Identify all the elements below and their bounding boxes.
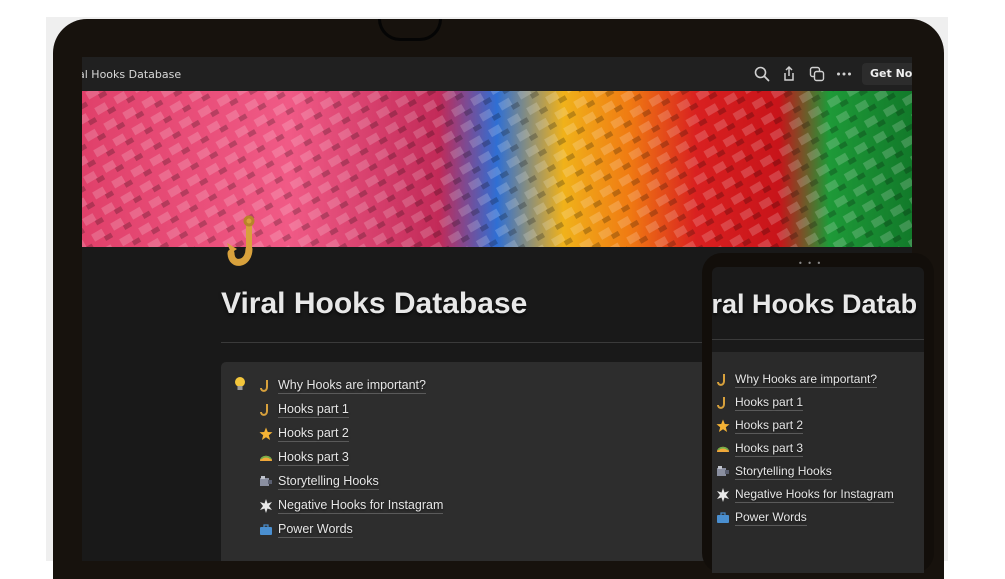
star-icon — [259, 427, 273, 441]
hook-icon — [259, 403, 273, 417]
top-bar: al Hooks Database Get Notio — [82, 57, 912, 91]
hook-icon — [716, 373, 730, 387]
briefcase-icon — [716, 511, 730, 525]
taco-icon — [716, 442, 730, 456]
phone-screen: iral Hooks Datab Why Hooks are important… — [712, 267, 924, 573]
hook-icon — [716, 396, 730, 410]
cover-image — [82, 91, 912, 247]
lightbulb-icon — [233, 376, 247, 392]
search-icon[interactable] — [752, 64, 772, 84]
breadcrumb[interactable]: al Hooks Database — [82, 68, 181, 81]
page-title: Viral Hooks Database — [221, 287, 528, 320]
taco-icon — [259, 451, 273, 465]
film-icon — [259, 475, 273, 489]
share-icon[interactable] — [779, 64, 799, 84]
phone-page-title: iral Hooks Datab — [712, 289, 918, 319]
phone-mockup: • • • iral Hooks Datab Why Hooks are imp… — [702, 253, 934, 573]
star-icon — [716, 419, 730, 433]
table-of-contents: Why Hooks are important? Hooks part 1 Ho… — [221, 362, 741, 561]
burst-icon — [716, 488, 730, 502]
burst-icon — [259, 499, 273, 513]
film-icon — [716, 465, 730, 479]
hook-icon — [225, 215, 271, 277]
hook-icon — [259, 379, 273, 393]
phone-table-of-contents: Why Hooks are important? Hooks part 1 Ho… — [712, 352, 924, 573]
briefcase-icon — [259, 523, 273, 537]
duplicate-icon[interactable] — [807, 64, 827, 84]
get-notion-button[interactable]: Get Notio — [862, 63, 912, 85]
camera-notch — [378, 19, 442, 41]
divider — [712, 339, 924, 340]
more-icon[interactable] — [834, 64, 854, 84]
